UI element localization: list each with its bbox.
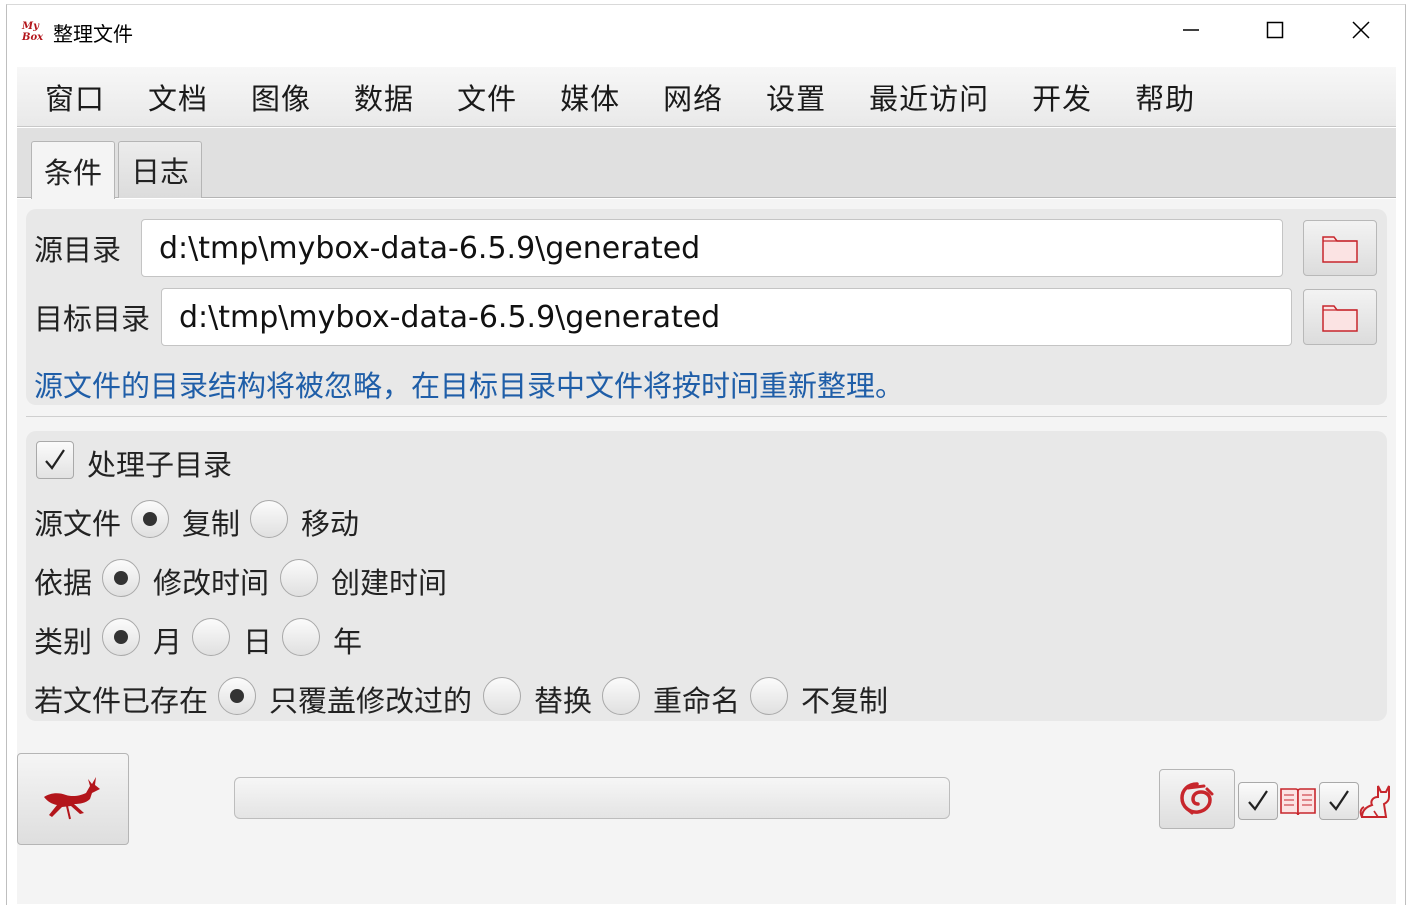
- target-dir-browse-button[interactable]: [1303, 289, 1377, 345]
- start-button[interactable]: [17, 753, 129, 845]
- menu-network[interactable]: 网络: [663, 76, 723, 118]
- svg-text:Box: Box: [21, 32, 44, 43]
- radio-day-label[interactable]: 日: [243, 619, 272, 661]
- category-label: 类别: [34, 625, 93, 659]
- basis-label: 依据: [34, 566, 93, 600]
- close-icon: [1352, 21, 1370, 39]
- maximize-icon: [1266, 21, 1284, 39]
- svg-text:My: My: [21, 21, 40, 32]
- close-button[interactable]: [1319, 5, 1403, 55]
- if-exists-label: 若文件已存在: [34, 684, 209, 718]
- menu-help[interactable]: 帮助: [1135, 76, 1195, 118]
- conditions-panel: 源目录 d:\tmp\mybox-data-6.5.9\generated 目标…: [17, 199, 1396, 904]
- minimize-icon: [1183, 29, 1199, 31]
- menu-recent[interactable]: 最近访问: [869, 76, 989, 118]
- running-deer-icon: [44, 777, 100, 820]
- radio-move-label[interactable]: 移动: [301, 501, 359, 543]
- radio-modify-time-label[interactable]: 修改时间: [153, 560, 269, 602]
- radio-day[interactable]: [192, 618, 230, 656]
- checkmark-icon: [45, 449, 65, 470]
- radio-no-copy[interactable]: [750, 677, 788, 715]
- checkmark-icon: [1329, 790, 1349, 811]
- radio-create-time[interactable]: [280, 559, 318, 597]
- radio-move[interactable]: [250, 500, 288, 538]
- radio-month-label[interactable]: 月: [153, 619, 182, 661]
- menu-file[interactable]: 文件: [457, 76, 517, 118]
- mybox-logo-icon: My Box: [21, 19, 47, 43]
- checkmark-icon: [1248, 790, 1268, 811]
- radio-overwrite-modified[interactable]: [218, 677, 256, 715]
- source-dir-browse-button[interactable]: [1303, 220, 1377, 276]
- subdir-label: 处理子目录: [87, 448, 233, 482]
- minimize-button[interactable]: [1149, 5, 1233, 55]
- netease-logo-icon: [1180, 782, 1214, 815]
- menu-document[interactable]: 文档: [148, 76, 208, 118]
- app-window: My Box 整理文件 窗口 文档 图像 数据 文件 媒体 网络 设置 最近访问…: [6, 4, 1406, 905]
- cat-icon: [1357, 781, 1393, 821]
- radio-modify-time[interactable]: [102, 559, 140, 597]
- radio-no-copy-label[interactable]: 不复制: [801, 678, 888, 720]
- window-title: 整理文件: [53, 22, 133, 46]
- radio-overwrite-modified-label[interactable]: 只覆盖修改过的: [269, 678, 472, 720]
- menu-data[interactable]: 数据: [354, 76, 414, 118]
- directory-section: 源目录 d:\tmp\mybox-data-6.5.9\generated 目标…: [26, 209, 1387, 405]
- section-divider: [26, 416, 1387, 417]
- source-file-label: 源文件: [34, 507, 122, 541]
- menu-image[interactable]: 图像: [251, 76, 311, 118]
- tab-conditions[interactable]: 条件: [31, 141, 116, 199]
- radio-month[interactable]: [102, 618, 140, 656]
- netease-button[interactable]: [1159, 769, 1235, 829]
- target-dir-input[interactable]: d:\tmp\mybox-data-6.5.9\generated: [161, 288, 1292, 346]
- menu-media[interactable]: 媒体: [560, 76, 620, 118]
- menu-develop[interactable]: 开发: [1032, 76, 1092, 118]
- subdir-checkbox[interactable]: [36, 441, 74, 479]
- source-dir-label: 源目录: [34, 233, 122, 267]
- menu-window[interactable]: 窗口: [45, 76, 105, 118]
- book-icon: [1278, 781, 1318, 821]
- target-dir-label: 目标目录: [34, 302, 151, 336]
- progress-bar: [234, 777, 950, 819]
- options-section: 处理子目录 源文件 复制 移动 依据 修改时间 创建时间 类别 月 日 年 若文…: [26, 431, 1387, 721]
- hint-text: 源文件的目录结构将被忽略，在目标目录中文件将按时间重新整理。: [34, 369, 905, 403]
- tab-bar: 条件 日志: [17, 128, 1396, 199]
- radio-create-time-label[interactable]: 创建时间: [331, 560, 447, 602]
- folder-icon: [1322, 236, 1358, 263]
- radio-year[interactable]: [282, 618, 320, 656]
- title-bar: My Box 整理文件: [7, 5, 1405, 55]
- radio-rename[interactable]: [602, 677, 640, 715]
- radio-year-label[interactable]: 年: [333, 619, 362, 661]
- radio-replace[interactable]: [483, 677, 521, 715]
- radio-rename-label[interactable]: 重命名: [653, 678, 740, 720]
- radio-copy-label[interactable]: 复制: [182, 501, 240, 543]
- folder-icon: [1322, 305, 1358, 332]
- tab-log[interactable]: 日志: [118, 141, 203, 198]
- cat-toggle-checkbox[interactable]: [1319, 782, 1359, 820]
- maximize-button[interactable]: [1233, 5, 1317, 55]
- source-dir-input[interactable]: d:\tmp\mybox-data-6.5.9\generated: [141, 219, 1283, 277]
- radio-copy[interactable]: [131, 500, 169, 538]
- menu-settings[interactable]: 设置: [766, 76, 826, 118]
- radio-replace-label[interactable]: 替换: [534, 678, 592, 720]
- book-toggle-checkbox[interactable]: [1238, 782, 1278, 820]
- menu-bar: 窗口 文档 图像 数据 文件 媒体 网络 设置 最近访问 开发 帮助: [17, 67, 1396, 127]
